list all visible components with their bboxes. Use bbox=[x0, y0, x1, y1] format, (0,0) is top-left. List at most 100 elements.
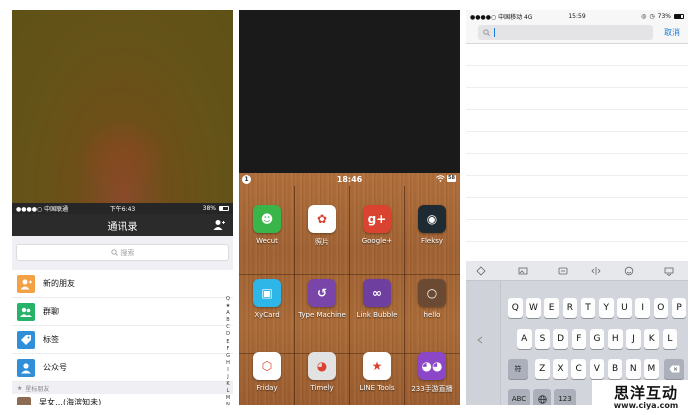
key-i[interactable]: I bbox=[635, 298, 650, 318]
app-label: Wecut bbox=[256, 237, 278, 245]
status-time: 下午6:43 bbox=[109, 206, 136, 213]
key-l[interactable]: L bbox=[662, 329, 678, 349]
app-icon-google-[interactable]: g+ Google+ bbox=[350, 205, 405, 245]
key-m[interactable]: M bbox=[644, 359, 659, 379]
key-q[interactable]: Q bbox=[508, 298, 523, 318]
app-label: hello bbox=[423, 311, 441, 319]
search-input[interactable]: 搜索 bbox=[16, 244, 229, 261]
app-icon-timely[interactable]: ◕ Timely bbox=[295, 352, 350, 392]
app-glyph: ○ bbox=[426, 286, 438, 300]
app-icon-fleksy[interactable]: ◉ Fleksy bbox=[405, 205, 460, 245]
alphabet-index-letter[interactable]: N bbox=[226, 402, 230, 405]
face-icon[interactable] bbox=[624, 266, 634, 276]
official-account-icon bbox=[17, 358, 35, 377]
key-h[interactable]: H bbox=[608, 329, 623, 349]
app-icon-xycard[interactable]: ▣ XyCard bbox=[240, 279, 295, 319]
alphabet-index[interactable]: Q★ABCDEFGHIJKLMN bbox=[224, 296, 232, 405]
battery-icon bbox=[674, 13, 684, 19]
search-bar: 搜索 bbox=[12, 236, 233, 270]
app-icon-link-bubble[interactable]: ∞ Link Bubble bbox=[350, 279, 405, 319]
list-item-label: 新的朋友 bbox=[43, 279, 75, 288]
key-g[interactable]: G bbox=[589, 329, 605, 349]
alphabet-index-letter[interactable]: J bbox=[227, 374, 228, 381]
delete-button[interactable] bbox=[664, 359, 684, 379]
contact-list: 新的朋友 群聊 标签 公众号 ★ 星标朋友 吴女…(海滨知未) bbox=[12, 270, 233, 405]
key-z[interactable]: Z bbox=[535, 359, 550, 379]
app-icon-hello[interactable]: ○ hello bbox=[405, 279, 460, 319]
app-icon-type-machine[interactable]: ↺ Type Machine bbox=[295, 279, 350, 319]
cancel-button[interactable]: 取消 bbox=[664, 27, 680, 38]
key-r[interactable]: R bbox=[562, 298, 578, 318]
app-glyph: ∞ bbox=[372, 286, 382, 300]
app-icon-line-tools[interactable]: ★ LINE Tools bbox=[350, 352, 405, 392]
list-item-official-accounts[interactable]: 公众号 bbox=[12, 354, 233, 382]
alphabet-index-letter[interactable]: H bbox=[226, 360, 230, 367]
globe-button[interactable] bbox=[533, 389, 551, 405]
key-a[interactable]: A bbox=[517, 329, 532, 349]
app-icon-233-[interactable]: ◕◕ 233手游直播 bbox=[405, 352, 460, 394]
key-o[interactable]: O bbox=[653, 298, 669, 318]
key-j[interactable]: J bbox=[626, 329, 641, 349]
alphabet-index-letter[interactable]: F bbox=[227, 346, 230, 353]
app-glyph: ◕◕ bbox=[421, 359, 443, 373]
key-s[interactable]: S bbox=[535, 329, 550, 349]
key-b[interactable]: B bbox=[607, 359, 623, 379]
alphabet-index-letter[interactable]: M bbox=[226, 395, 230, 402]
keyboard-switch-icon[interactable] bbox=[476, 266, 486, 276]
app-glyph-icon: ◕◕ bbox=[418, 352, 446, 380]
page-title: 通讯录 bbox=[107, 221, 138, 233]
key-t[interactable]: T bbox=[580, 298, 596, 318]
clipboard-icon[interactable] bbox=[558, 266, 568, 276]
list-item-group-chats[interactable]: 群聊 bbox=[12, 298, 233, 326]
key-k[interactable]: K bbox=[644, 329, 659, 349]
alphabet-index-letter[interactable]: A bbox=[226, 310, 229, 317]
app-glyph-icon: ◕ bbox=[308, 352, 336, 380]
list-item-contact[interactable]: 吴女…(海滨知未) bbox=[12, 394, 233, 405]
key-symbol[interactable]: 符 bbox=[508, 359, 528, 379]
key-abc[interactable]: ABC bbox=[508, 389, 530, 405]
key-c[interactable]: C bbox=[571, 359, 586, 379]
alphabet-index-letter[interactable]: ★ bbox=[226, 303, 230, 310]
list-item-tags[interactable]: 标签 bbox=[12, 326, 233, 354]
key-123[interactable]: 123 bbox=[554, 389, 576, 405]
search-input[interactable] bbox=[478, 25, 653, 40]
search-icon bbox=[110, 249, 118, 256]
app-glyph-icon: ◉ bbox=[418, 205, 446, 233]
section-header-starred: ★ 星标朋友 bbox=[12, 382, 233, 394]
app-label: Fleksy bbox=[420, 237, 444, 245]
launcher-screen: 1 18:46 58 ☻ Wecut ✿ 照片 g+ Google+ ◉ Fleksy ▣ XyC… bbox=[239, 10, 460, 405]
alphabet-index-letter[interactable]: G bbox=[226, 353, 230, 360]
key-u[interactable]: U bbox=[617, 298, 632, 318]
key-e[interactable]: E bbox=[544, 298, 559, 318]
globe-icon bbox=[537, 394, 547, 404]
key-d[interactable]: D bbox=[553, 329, 568, 349]
add-contact-icon[interactable] bbox=[213, 219, 225, 231]
list-item-new-friends[interactable]: 新的朋友 bbox=[12, 270, 233, 298]
keyboard-side-panel[interactable] bbox=[466, 281, 501, 405]
alphabet-index-letter[interactable]: E bbox=[226, 339, 229, 346]
cursor-move-icon[interactable] bbox=[591, 266, 601, 276]
hide-keyboard-icon[interactable] bbox=[664, 266, 674, 276]
key-v[interactable]: V bbox=[589, 359, 605, 379]
key-w[interactable]: W bbox=[526, 298, 541, 318]
app-glyph-icon: ○ bbox=[418, 279, 446, 307]
key-f[interactable]: F bbox=[571, 329, 587, 349]
app-icon-friday[interactable]: ⬡ Friday bbox=[240, 352, 295, 392]
battery-icon bbox=[219, 206, 229, 211]
alphabet-index-letter[interactable]: B bbox=[226, 317, 229, 324]
text-cursor bbox=[494, 28, 495, 37]
key-p[interactable]: P bbox=[671, 298, 687, 318]
alphabet-index-letter[interactable]: L bbox=[227, 388, 230, 395]
app-icon--[interactable]: ✿ 照片 bbox=[295, 205, 350, 247]
alphabet-index-letter[interactable]: I bbox=[227, 367, 228, 374]
app-icon-wecut[interactable]: ☻ Wecut bbox=[240, 205, 295, 245]
watermark-en: www.ciya.com bbox=[613, 401, 679, 410]
key-n[interactable]: N bbox=[626, 359, 641, 379]
alphabet-index-letter[interactable]: K bbox=[226, 381, 229, 388]
key-y[interactable]: Y bbox=[599, 298, 614, 318]
alphabet-index-letter[interactable]: D bbox=[226, 331, 230, 338]
emoji-icon[interactable] bbox=[518, 266, 528, 276]
key-x[interactable]: X bbox=[553, 359, 568, 379]
alphabet-index-letter[interactable]: C bbox=[226, 324, 230, 331]
alphabet-index-letter[interactable]: Q bbox=[226, 296, 230, 303]
